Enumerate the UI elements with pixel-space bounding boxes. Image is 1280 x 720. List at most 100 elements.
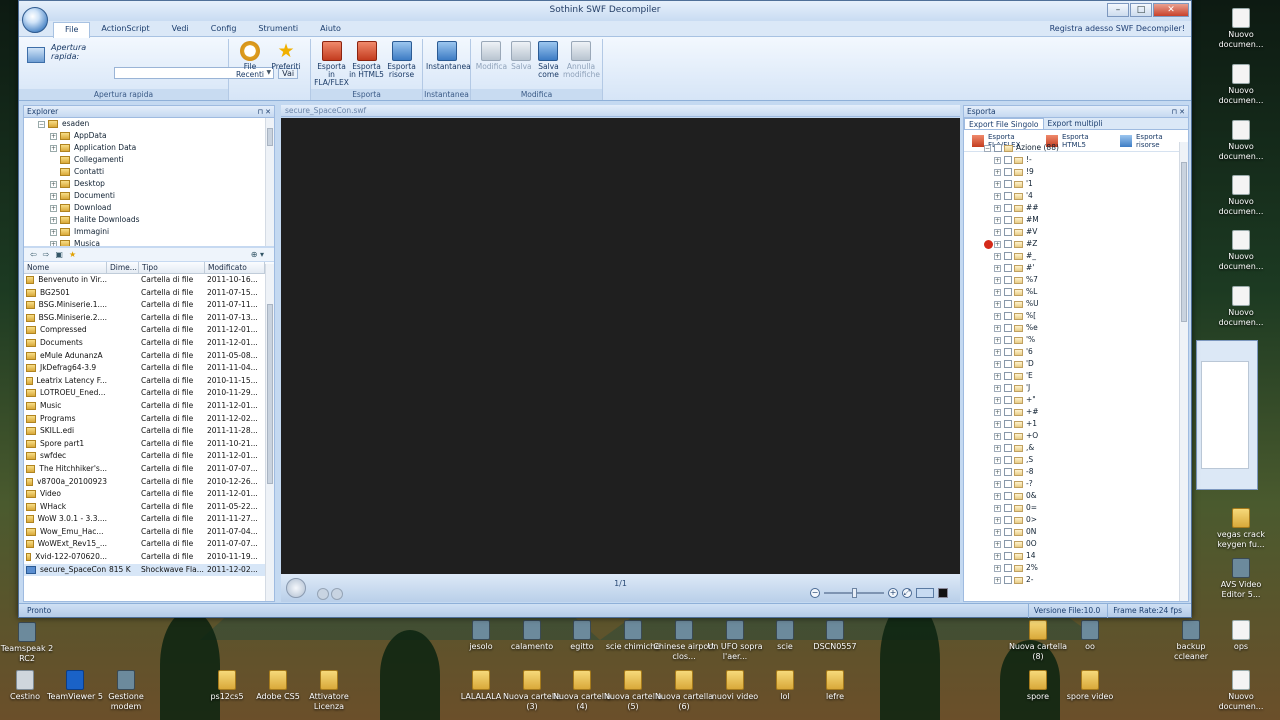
maximize-button[interactable]: □ [1130,3,1152,17]
checkbox[interactable] [1004,516,1012,524]
tree-item[interactable]: + Desktop [24,178,274,190]
checkbox[interactable] [1004,264,1012,272]
zoom-slider[interactable] [824,588,884,598]
table-row[interactable]: secure_SpaceCon 815 K Shockwave Fla... 2011… [24,563,274,577]
expand-icon[interactable]: + [994,264,1001,272]
expand-icon[interactable]: + [994,408,1001,416]
expand-icon[interactable]: + [994,300,1001,308]
zoom-fit-icon[interactable]: ⤢ [902,588,912,598]
background-window[interactable] [1196,340,1258,490]
checkbox[interactable] [1004,396,1012,404]
checkbox[interactable] [1004,384,1012,392]
checkbox[interactable] [1004,456,1012,464]
expand-icon[interactable]: + [994,180,1001,188]
tree-item[interactable]: + +1 [964,418,1188,430]
tree-item[interactable]: +0> [964,514,1188,526]
tree-scrollbar[interactable] [265,118,274,246]
checkbox[interactable] [1004,480,1012,488]
zoom-slider-knob[interactable] [852,588,857,598]
column-modified[interactable]: Modificato [205,262,265,273]
scrollbar-thumb[interactable] [267,128,273,146]
table-row[interactable]: The Hitchhiker's... Cartella di file 2011-… [24,463,274,476]
expand-icon[interactable]: + [994,432,1001,440]
expand-icon[interactable]: + [994,468,1001,476]
expand-icon[interactable]: + [994,276,1001,284]
tab-tools[interactable]: Strumenti [247,22,309,36]
expand-icon[interactable]: + [994,528,1001,536]
desktop-icon-document[interactable]: Nuovo documen... [1210,286,1272,328]
checkbox[interactable] [1004,180,1012,188]
expand-icon[interactable]: + [50,240,57,246]
checkbox[interactable] [1004,360,1012,368]
expand-icon[interactable]: + [994,204,1001,212]
tree-item[interactable]: + Documenti [24,190,274,202]
expand-icon[interactable]: + [994,444,1001,452]
checkbox[interactable] [1004,156,1012,164]
checkbox[interactable] [1004,564,1012,572]
expand-icon[interactable]: + [50,204,57,212]
expand-icon[interactable]: + [994,348,1001,356]
checkbox[interactable] [1004,444,1012,452]
expand-icon[interactable]: + [994,492,1001,500]
table-row[interactable]: WoW 3.0.1 - 3.3.... Cartella di file 2011-… [24,513,274,526]
expand-icon[interactable]: + [994,216,1001,224]
desktop-icon-avs[interactable]: AVS Video Editor 5... [1210,558,1272,600]
preview-canvas[interactable] [281,118,960,574]
checkbox[interactable] [1004,408,1012,416]
tree-item[interactable]: + +O [964,430,1188,442]
favorites-button[interactable]: ★ Preferiti [268,39,304,100]
expand-icon[interactable]: + [994,504,1001,512]
expand-icon[interactable]: + [994,168,1001,176]
checkbox[interactable] [1004,240,1012,248]
expand-icon[interactable]: + [50,144,57,152]
tree-item[interactable]: + #' [964,262,1188,274]
checkbox[interactable] [994,144,1002,152]
column-size[interactable]: Dime... [107,262,139,273]
checkbox[interactable] [1004,420,1012,428]
table-row[interactable]: SKILL.edi Cartella di file 2011-11-28... [24,425,274,438]
document-tab[interactable]: secure_SpaceCon.swf [281,105,960,117]
desktop-icon-folder[interactable]: oo [1059,620,1121,652]
tree-item[interactable]: + %L [964,286,1188,298]
tree-item[interactable]: + -? [964,478,1188,490]
expand-icon[interactable]: + [994,456,1001,464]
rewind-button[interactable] [331,588,343,600]
table-row[interactable]: Documents Cartella di file 2011-12-01... [24,337,274,350]
table-row[interactable]: WoWExt_Rev15_... Cartella di file 2011-07-… [24,538,274,551]
tree-item[interactable]: + ## [964,202,1188,214]
checkbox[interactable] [1004,204,1012,212]
checkbox[interactable] [1004,276,1012,284]
zoom-in-icon[interactable]: + [888,588,898,598]
expand-icon[interactable]: + [994,156,1001,164]
table-row[interactable]: v8700a_20100923 Cartella di file 2010-12-2… [24,476,274,489]
tree-item[interactable]: + Musica [24,238,274,246]
desktop-icon-document[interactable]: Nuovo documen... [1210,64,1272,106]
expand-icon[interactable]: + [994,312,1001,320]
tree-item[interactable]: +2- [964,574,1188,586]
checkbox[interactable] [1004,324,1012,332]
desktop-icon-document[interactable]: Nuovo documen... [1210,175,1272,217]
expand-icon[interactable]: + [994,384,1001,392]
tree-item[interactable]: + +" [964,394,1188,406]
checkbox[interactable] [1004,552,1012,560]
expand-icon[interactable]: + [50,192,57,200]
checkbox[interactable] [1004,372,1012,380]
tree-item[interactable]: +0O [964,538,1188,550]
fit-window-button[interactable] [916,588,934,598]
checkbox[interactable] [1004,252,1012,260]
tree-item[interactable]: +0& [964,490,1188,502]
expand-icon[interactable]: + [994,240,1001,248]
checkbox[interactable] [1004,216,1012,224]
collapse-icon[interactable]: − [984,144,991,152]
back-icon[interactable]: ⇦ [30,250,37,259]
expand-icon[interactable]: + [994,252,1001,260]
favorite-star-icon[interactable]: ★ [69,250,76,259]
tree-root[interactable]: − Azione (88) [964,142,1188,154]
tree-item[interactable]: + 'J [964,382,1188,394]
tree-item[interactable]: + #_ [964,250,1188,262]
table-row[interactable]: Wow_Emu_Hac... Cartella di file 2011-07-04… [24,526,274,539]
desktop-icon-vegas[interactable]: vegas crack keygen fu... [1210,508,1272,550]
column-type[interactable]: Tipo [139,262,205,273]
expand-icon[interactable]: + [994,324,1001,332]
expand-icon[interactable]: + [994,480,1001,488]
